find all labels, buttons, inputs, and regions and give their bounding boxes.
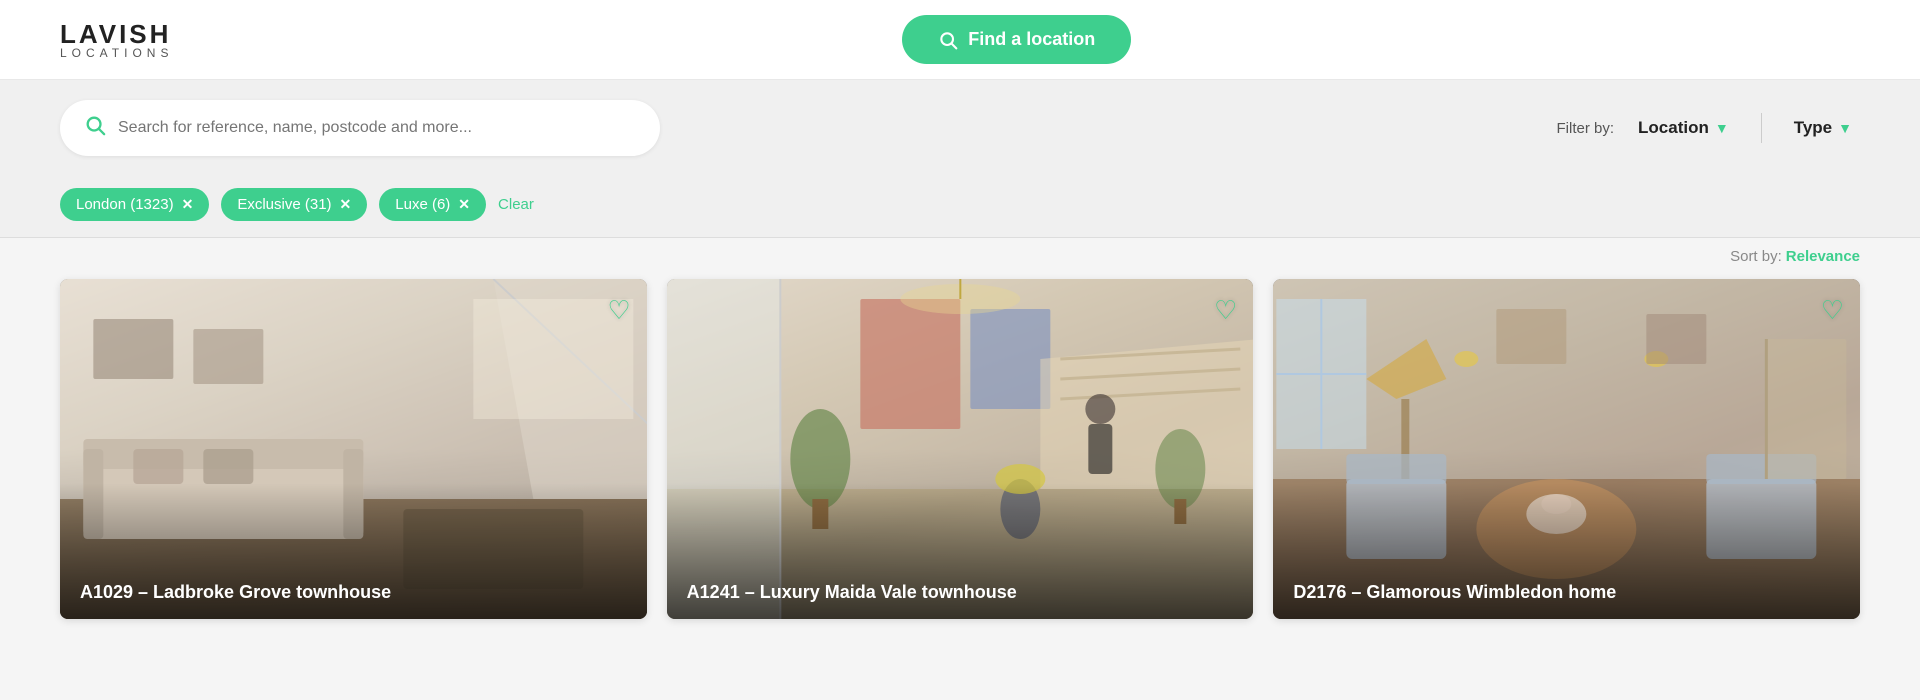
location-filter-label: Location bbox=[1638, 118, 1709, 138]
exclusive-tag-close[interactable]: ✕ bbox=[340, 196, 352, 213]
chevron-down-icon-type: ▼ bbox=[1838, 120, 1852, 136]
card-1[interactable]: ♡ A1029 – Ladbroke Grove townhouse bbox=[60, 279, 647, 619]
header-center: Find a location bbox=[173, 15, 1860, 64]
chevron-down-icon: ▼ bbox=[1715, 120, 1729, 136]
find-location-label: Find a location bbox=[968, 29, 1095, 50]
filter-area: Filter by: Location ▼ Type ▼ bbox=[1557, 113, 1861, 143]
luxe-tag[interactable]: Luxe (6) ✕ bbox=[379, 188, 486, 221]
search-icon-green bbox=[84, 114, 106, 142]
card-2-title: A1241 – Luxury Maida Vale townhouse bbox=[667, 566, 1254, 619]
card-3[interactable]: ♡ D2176 – Glamorous Wimbledon home bbox=[1273, 279, 1860, 619]
logo-bottom: LOCATIONS bbox=[60, 47, 173, 59]
heart-icon-2[interactable]: ♡ bbox=[1214, 295, 1237, 326]
clear-button[interactable]: Clear bbox=[498, 196, 534, 213]
logo-top: LAVISH bbox=[60, 21, 173, 47]
type-filter-button[interactable]: Type ▼ bbox=[1786, 114, 1860, 142]
london-tag[interactable]: London (1323) ✕ bbox=[60, 188, 209, 221]
exclusive-tag[interactable]: Exclusive (31) ✕ bbox=[221, 188, 367, 221]
search-icon bbox=[938, 30, 958, 50]
sort-value[interactable]: Relevance bbox=[1786, 248, 1860, 265]
luxe-tag-label: Luxe (6) bbox=[395, 196, 450, 213]
filter-by-label: Filter by: bbox=[1557, 120, 1615, 137]
find-location-button[interactable]: Find a location bbox=[902, 15, 1131, 64]
search-box bbox=[60, 100, 660, 156]
london-tag-label: London (1323) bbox=[76, 196, 174, 213]
search-area: Filter by: Location ▼ Type ▼ bbox=[0, 80, 1920, 176]
filter-divider bbox=[1761, 113, 1762, 143]
tags-area: London (1323) ✕ Exclusive (31) ✕ Luxe (6… bbox=[0, 176, 1920, 238]
header: LAVISH LOCATIONS Find a location bbox=[0, 0, 1920, 80]
sort-area: Sort by: Relevance bbox=[0, 238, 1920, 275]
sort-label: Sort by: bbox=[1730, 248, 1782, 265]
luxe-tag-close[interactable]: ✕ bbox=[458, 196, 470, 213]
logo: LAVISH LOCATIONS bbox=[60, 21, 173, 59]
card-3-title: D2176 – Glamorous Wimbledon home bbox=[1273, 566, 1860, 619]
card-1-title: A1029 – Ladbroke Grove townhouse bbox=[60, 566, 647, 619]
london-tag-close[interactable]: ✕ bbox=[182, 196, 194, 213]
cards-grid: ♡ A1029 – Ladbroke Grove townhouse bbox=[0, 275, 1920, 659]
exclusive-tag-label: Exclusive (31) bbox=[237, 196, 331, 213]
location-filter-button[interactable]: Location ▼ bbox=[1630, 114, 1737, 142]
type-filter-label: Type bbox=[1794, 118, 1832, 138]
card-2[interactable]: ♡ A1241 – Luxury Maida Vale townhouse bbox=[667, 279, 1254, 619]
heart-icon-1[interactable]: ♡ bbox=[607, 295, 630, 326]
heart-icon-3[interactable]: ♡ bbox=[1821, 295, 1844, 326]
search-input[interactable] bbox=[118, 119, 636, 137]
